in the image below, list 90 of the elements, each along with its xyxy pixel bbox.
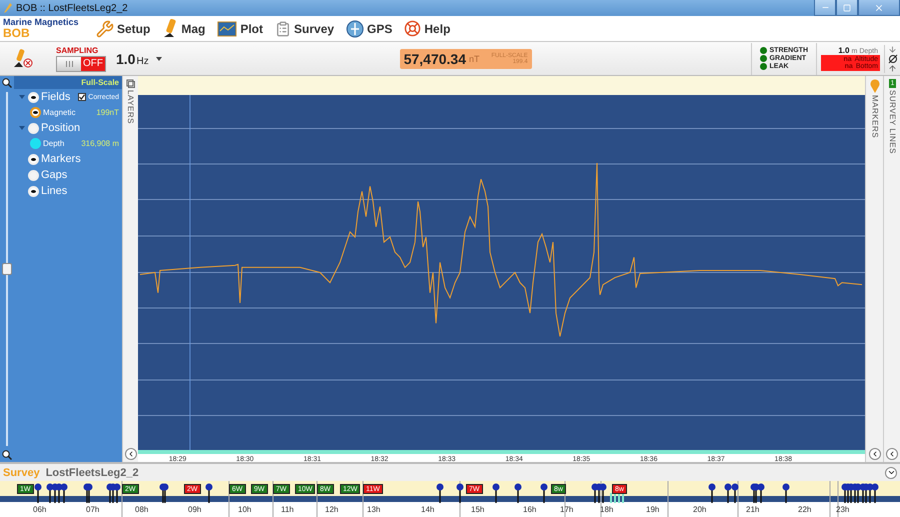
marker-pin-icon[interactable] — [871, 483, 879, 504]
scroll-left-button[interactable] — [868, 448, 880, 460]
marker-pin-icon[interactable] — [708, 483, 716, 504]
expand-button[interactable] — [885, 466, 897, 479]
wrench-icon — [96, 20, 114, 38]
marker-pin-icon[interactable] — [34, 483, 42, 504]
hour-label: 22h — [798, 505, 812, 514]
pen-icon — [4, 3, 12, 13]
eye-icon[interactable] — [30, 107, 41, 118]
menu-item[interactable]: GPS — [340, 16, 398, 40]
layer-label: Magnetic — [43, 108, 76, 117]
hour-label: 06h — [33, 505, 46, 514]
marker-pin-icon[interactable] — [724, 483, 732, 504]
slider-thumb[interactable] — [2, 263, 12, 275]
marker-pin-icon[interactable] — [161, 483, 169, 504]
clipboard-icon — [275, 20, 292, 36]
close-button[interactable] — [858, 0, 900, 16]
menu-item[interactable]: Survey — [269, 16, 340, 40]
arrow-up-icon[interactable] — [888, 64, 897, 72]
hour-label: 08h — [135, 505, 148, 514]
marker-pin-icon[interactable] — [514, 483, 522, 504]
hour-label: 23h — [836, 505, 850, 514]
maximize-icon — [843, 4, 851, 12]
marker-pin-icon[interactable] — [782, 483, 790, 504]
marker-pin-icon[interactable] — [85, 483, 93, 504]
hour-label: 21h — [746, 505, 760, 514]
sampling-toggle[interactable]: OFF — [56, 56, 106, 72]
hour-label: 17h — [560, 505, 574, 514]
hour-label: 07h — [86, 505, 100, 514]
arrow-down-icon[interactable] — [888, 44, 897, 54]
sensor-icon — [162, 18, 178, 38]
layer-label: Depth — [43, 139, 64, 148]
layer-label: Gaps — [41, 169, 68, 181]
marker-pin-icon[interactable] — [60, 483, 68, 504]
hour-label: 20h — [693, 505, 706, 514]
marker-pin-icon[interactable] — [456, 483, 464, 504]
chevron-left-icon — [888, 450, 896, 458]
survey-name: LostFleetsLeg2_2 — [46, 466, 139, 479]
layer-label: Lines — [41, 185, 68, 197]
hour-label: 19h — [646, 505, 660, 514]
menu-item[interactable]: Setup — [90, 16, 156, 40]
empty-set-icon[interactable] — [888, 54, 898, 64]
hour-label: 12h — [325, 505, 338, 514]
layers-icon — [126, 79, 135, 88]
rate-dropdown[interactable]: 1.0Hz — [116, 50, 162, 66]
field-reading: 57,470.34 — [404, 50, 466, 66]
marker-pin-icon[interactable] — [599, 483, 607, 504]
marker-pin-icon[interactable] — [113, 483, 121, 504]
lifebuoy-icon — [404, 20, 422, 37]
scroll-left-button[interactable] — [886, 448, 898, 460]
layer-label: Markers — [41, 153, 81, 165]
grid-icon — [217, 20, 238, 36]
hour-label: 13h — [367, 505, 380, 514]
hour-label: 18h — [600, 505, 614, 514]
hour-label: 16h — [523, 505, 536, 514]
survey-title: Survey — [3, 466, 40, 479]
hour-label: 14h — [421, 505, 434, 514]
hour-label: 15h — [471, 505, 484, 514]
minimize-button[interactable] — [814, 0, 836, 16]
globe-icon — [346, 20, 364, 38]
scroll-left-button[interactable] — [124, 448, 136, 460]
window-title: BOB :: LostFleetsLeg2_2 — [16, 2, 128, 14]
hour-label: 09h — [188, 505, 202, 514]
layer-value: 199nT — [96, 108, 120, 117]
zoom-out-icon[interactable] — [2, 450, 12, 460]
reading-unit: nT — [469, 54, 480, 64]
brand-name: Marine Magnetics — [3, 18, 80, 27]
menu-item[interactable]: Help — [398, 16, 456, 40]
depth-value: 1.0 — [838, 46, 850, 55]
marker-pin-icon[interactable] — [757, 483, 765, 504]
marker-pin-icon[interactable] — [731, 483, 739, 504]
layer-value: 316,908 m — [81, 139, 120, 148]
sensor-off-icon[interactable] — [12, 48, 34, 68]
hour-label: 11h — [281, 505, 294, 514]
marker-pin-icon[interactable] — [205, 483, 213, 504]
zoom-in-icon[interactable] — [2, 78, 12, 88]
close-icon — [874, 2, 884, 12]
sampling-label: SAMPLING — [56, 46, 100, 54]
marker-pin-icon[interactable] — [492, 483, 500, 504]
hour-label: 10h — [238, 505, 252, 514]
marker-pin-icon[interactable] — [540, 483, 548, 504]
marker-pin-icon[interactable] — [436, 483, 444, 504]
product-name: BOB — [3, 27, 31, 39]
layer-label: Fields — [41, 91, 70, 103]
layer-label: Position — [41, 122, 80, 134]
map-pin-icon — [870, 79, 880, 93]
menu-item[interactable]: Mag — [156, 16, 212, 40]
checkbox[interactable] — [78, 93, 86, 101]
menu-item[interactable]: Plot — [211, 16, 270, 40]
maximize-button[interactable] — [836, 0, 858, 16]
